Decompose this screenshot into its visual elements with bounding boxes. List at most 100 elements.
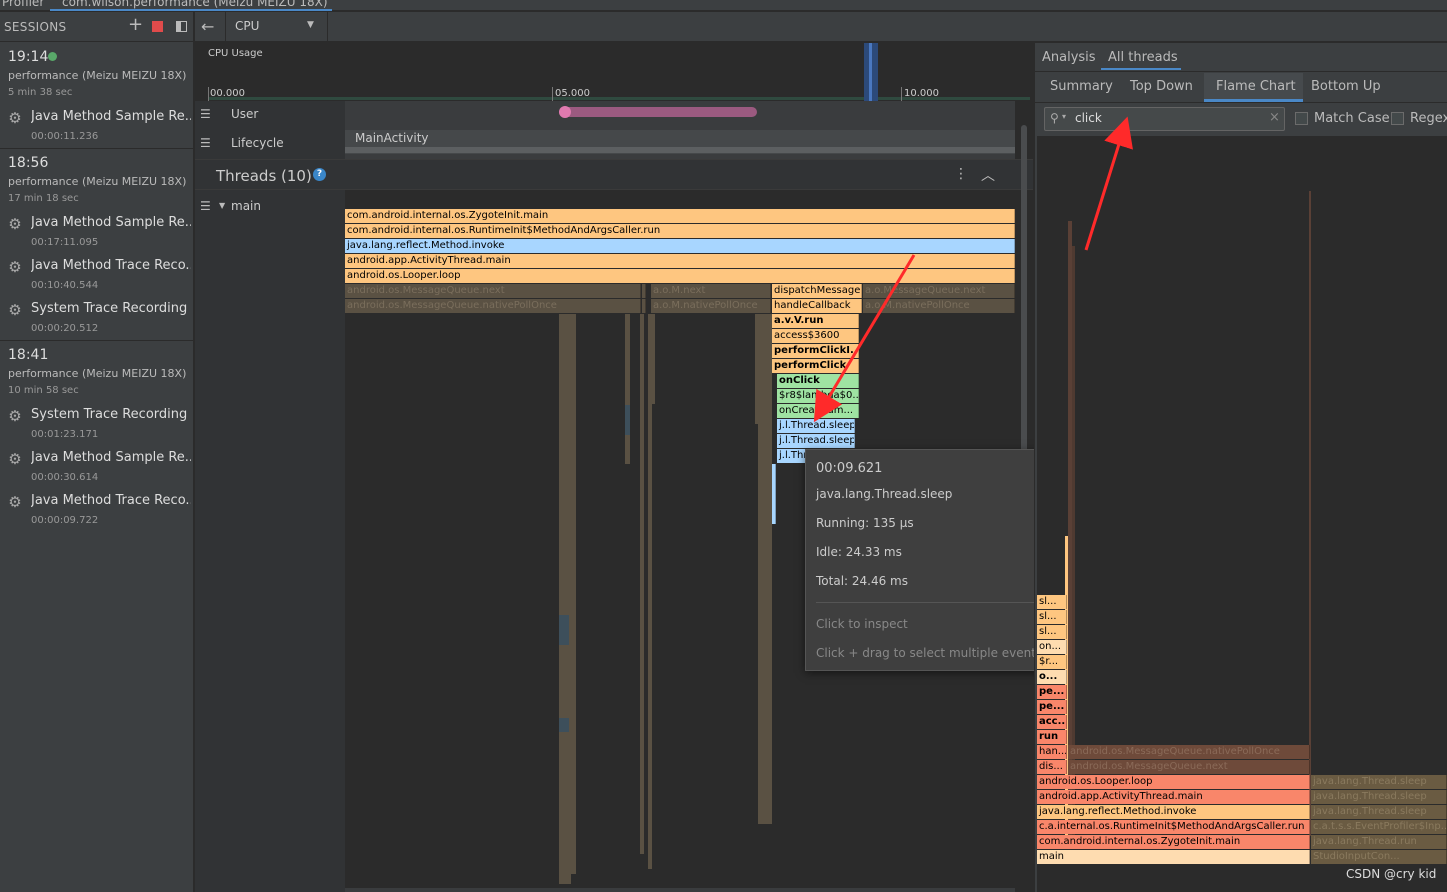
call-frame[interactable]: j.l.Thread.sleep — [777, 434, 855, 448]
tab-top-down[interactable]: Top Down — [1130, 79, 1193, 94]
selection-highlight[interactable] — [864, 43, 878, 101]
tab-session[interactable]: com.wilson.performance (Meizu MEIZU 18X) — [62, 0, 328, 9]
flame-frame[interactable]: han... — [1037, 745, 1067, 759]
call-frame[interactable]: onClick — [777, 374, 859, 388]
call-stack-column[interactable] — [559, 314, 571, 884]
user-event-dot[interactable] — [559, 106, 571, 118]
flame-frame[interactable]: c.a.t.s.s.EventProfiler$Inp... — [1311, 820, 1447, 834]
hamburger-icon[interactable]: ☰ — [200, 199, 211, 213]
session-group[interactable]: 19:14 performance (Meizu MEIZU 18X) 5 mi… — [0, 43, 194, 149]
flame-frame[interactable]: java.lang.Thread.run — [1311, 835, 1447, 849]
user-interaction-range[interactable] — [559, 106, 757, 118]
call-frame[interactable]: performClick — [772, 359, 859, 373]
call-frame[interactable]: java.lang.reflect.Method.invoke — [345, 239, 1015, 253]
session-group[interactable]: 18:41 performance (Meizu MEIZU 18X) 10 m… — [0, 341, 194, 533]
flame-frame[interactable]: android.os.MessageQueue.next — [1068, 760, 1310, 774]
call-frame[interactable]: a.o.MessageQueue.next — [863, 284, 1015, 298]
clear-search-icon[interactable]: × — [1269, 110, 1280, 125]
call-frame[interactable]: onCreat$lam... — [777, 404, 859, 418]
stop-session-icon[interactable] — [152, 21, 163, 32]
call-frame[interactable] — [642, 299, 646, 313]
flame-frame[interactable]: StudioInputCon... — [1311, 850, 1447, 864]
call-frame[interactable]: j.l.Thr — [777, 449, 807, 463]
flame-frame[interactable]: o... — [1037, 670, 1067, 684]
call-frame[interactable]: a.v.V.run — [772, 314, 859, 328]
call-frame[interactable] — [772, 464, 776, 524]
more-options-icon[interactable]: ⋮ — [954, 166, 968, 182]
flame-frame[interactable]: acc... — [1037, 715, 1067, 729]
flame-frame[interactable]: run — [1037, 730, 1067, 744]
flame-frame[interactable]: java.lang.Thread.sleep — [1311, 775, 1447, 789]
collapse-panel-icon[interactable] — [176, 21, 187, 32]
call-frame[interactable]: handleCallback — [772, 299, 862, 313]
tab-flame-chart[interactable]: Flame Chart — [1216, 79, 1296, 94]
tab-analysis[interactable]: Analysis — [1042, 50, 1096, 65]
call-frame[interactable]: access$3600 — [772, 329, 859, 343]
flame-frame[interactable]: android.os.MessageQueue.nativePollOnce — [1068, 745, 1310, 759]
tab-all-threads[interactable]: All threads — [1108, 50, 1178, 65]
call-stack-column[interactable] — [651, 314, 655, 404]
recording-title[interactable]: Java Method Sample Re... — [31, 450, 191, 465]
flame-frame[interactable]: $r... — [1037, 655, 1067, 669]
call-frame[interactable]: a.o.M.nativePollOnce — [863, 299, 1015, 313]
call-frame[interactable]: com.android.internal.os.ZygoteInit.main — [345, 209, 1015, 223]
flame-frame[interactable]: c.a.internal.os.RuntimeInit$MethodAndArg… — [1037, 820, 1310, 834]
flame-frame[interactable]: sl... — [1037, 610, 1067, 624]
flame-frame[interactable]: java.lang.Thread.sleep — [1311, 790, 1447, 804]
recording-title[interactable]: Java Method Trace Reco... — [31, 258, 191, 273]
call-frame[interactable]: android.os.MessageQueue.nativePollOnce — [345, 299, 641, 313]
recording-title[interactable]: System Trace Recording — [31, 407, 191, 422]
recording-title[interactable]: Java Method Sample Re... — [31, 109, 191, 124]
flame-frame[interactable]: java.lang.reflect.Method.invoke — [1037, 805, 1310, 819]
flame-frame[interactable]: on... — [1037, 640, 1067, 654]
help-icon[interactable]: ? — [313, 168, 326, 181]
hamburger-icon[interactable]: ☰ — [200, 107, 211, 121]
call-frame[interactable]: com.android.internal.os.RuntimeInit$Meth… — [345, 224, 1015, 238]
recording-title[interactable]: System Trace Recording — [31, 301, 191, 316]
call-frame[interactable]: a.o.M.next — [651, 284, 771, 298]
flame-frame[interactable]: sl... — [1037, 595, 1067, 609]
call-frame[interactable]: android.app.ActivityThread.main — [345, 254, 1015, 268]
call-frame[interactable]: performClickI... — [772, 344, 859, 358]
search-input[interactable]: ⚲ ▾ click × — [1044, 107, 1285, 131]
flame-chart[interactable]: main StudioInputCon... com.android.interna… — [1037, 136, 1447, 892]
cpu-usage-chart[interactable]: CPU Usage 00.000 05.000 10.000 — [195, 43, 1033, 101]
expand-triangle-icon[interactable]: ▼ — [219, 201, 225, 210]
back-arrow-icon[interactable]: ← — [201, 17, 214, 36]
tooltip-time: 00:09.621 — [816, 461, 883, 476]
flame-frame[interactable]: pe... — [1037, 700, 1067, 714]
flame-frame[interactable]: pe... — [1037, 685, 1067, 699]
call-frame[interactable]: $r8$lambda$0... — [777, 389, 859, 403]
recording-title[interactable]: Java Method Trace Reco... — [31, 493, 191, 508]
flame-frame[interactable]: dis... — [1037, 760, 1067, 774]
session-group[interactable]: 18:56 performance (Meizu MEIZU 18X) 17 m… — [0, 149, 194, 341]
call-stack-column[interactable] — [640, 314, 644, 854]
call-frame[interactable] — [642, 284, 646, 298]
tab-bottom-up[interactable]: Bottom Up — [1311, 79, 1381, 94]
call-stack-column[interactable] — [625, 314, 630, 464]
call-frame[interactable]: android.os.MessageQueue.next — [345, 284, 641, 298]
collapse-icon[interactable]: ︿ — [981, 165, 995, 185]
flame-frame[interactable]: com.android.internal.os.ZygoteInit.main — [1037, 835, 1310, 849]
regex-checkbox[interactable] — [1391, 112, 1404, 125]
recording-title[interactable]: Java Method Sample Re... — [31, 215, 191, 230]
tab-profiler[interactable]: Profiler — [2, 0, 44, 9]
hamburger-icon[interactable]: ☰ — [200, 136, 211, 150]
flame-frame[interactable]: main — [1037, 850, 1310, 864]
activity-lifecycle-bar[interactable]: MainActivity — [345, 130, 1015, 154]
tab-summary[interactable]: Summary — [1050, 79, 1113, 94]
flame-frame[interactable]: sl... — [1037, 625, 1067, 639]
flame-frame[interactable]: java.lang.Thread.sleep — [1311, 805, 1447, 819]
flame-frame[interactable]: android.os.Looper.loop — [1037, 775, 1310, 789]
match-case-checkbox[interactable] — [1295, 112, 1308, 125]
flame-frame[interactable]: android.app.ActivityThread.main — [1037, 790, 1310, 804]
profiler-select[interactable]: CPU ▼ — [229, 15, 325, 39]
call-stack-column[interactable] — [758, 314, 772, 824]
call-frame[interactable]: a.o.M.nativePollOnce — [651, 299, 771, 313]
call-frame[interactable]: android.os.Looper.loop — [345, 269, 1015, 283]
call-frame[interactable]: dispatchMessage — [772, 284, 862, 298]
add-session-icon[interactable]: + — [128, 16, 143, 34]
recording-gear-icon: ⚙ — [8, 301, 22, 319]
call-frame[interactable]: j.l.Thread.sleep — [777, 419, 855, 433]
call-stack-column[interactable] — [571, 314, 576, 874]
